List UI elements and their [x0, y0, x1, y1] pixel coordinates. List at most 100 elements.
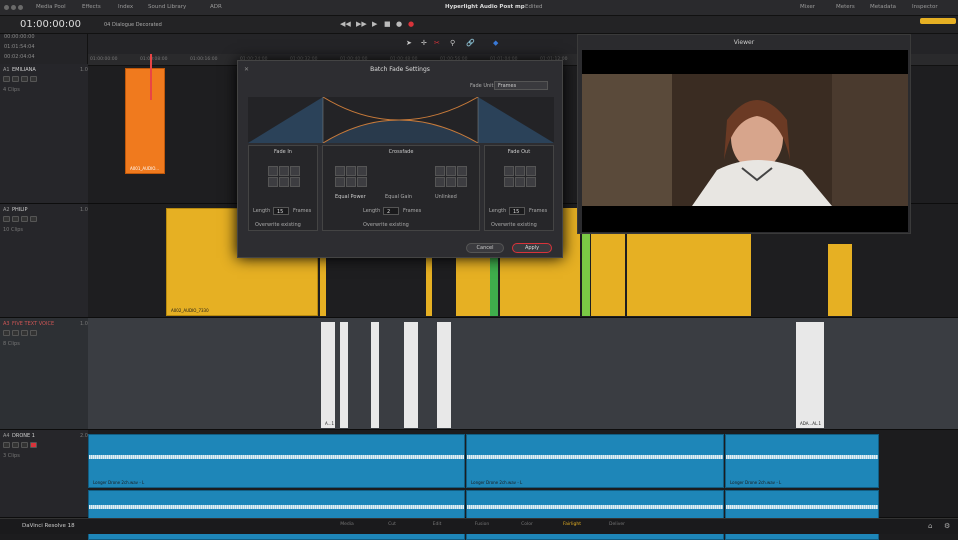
- home-icon[interactable]: ⌂: [928, 522, 932, 530]
- clip-gray[interactable]: [437, 322, 451, 428]
- media-pool-button[interactable]: Media Pool: [36, 4, 66, 10]
- clip-gray[interactable]: ADA...AL.1: [796, 322, 824, 428]
- fade-shape[interactable]: [435, 177, 445, 187]
- volume-slider[interactable]: [920, 18, 956, 24]
- track-name[interactable]: DRONE 1: [12, 433, 35, 439]
- effects-button[interactable]: Effects: [82, 4, 101, 10]
- window-minimize-icon[interactable]: [11, 5, 16, 10]
- clip-yellow[interactable]: [828, 244, 852, 316]
- page-tab-media[interactable]: Media: [332, 522, 362, 527]
- fade-shape[interactable]: [446, 177, 456, 187]
- fade-shape[interactable]: [515, 166, 525, 176]
- rewind-icon[interactable]: ◀◀: [340, 20, 351, 28]
- fade-shape[interactable]: [268, 166, 278, 176]
- page-tab-cut[interactable]: Cut: [377, 522, 407, 527]
- equal-gain-radio[interactable]: Equal Gain: [385, 194, 412, 200]
- fade-shape[interactable]: [346, 166, 356, 176]
- fade-in-length-input[interactable]: 15: [273, 207, 289, 215]
- equal-power-radio[interactable]: Equal Power: [335, 194, 366, 200]
- fade-unit-select[interactable]: Frames: [494, 81, 548, 90]
- track-header-a2[interactable]: A2 PHILIP 1.0 10 Clips: [0, 204, 88, 318]
- page-tab-fusion[interactable]: Fusion: [467, 522, 497, 527]
- sound-library-button[interactable]: Sound Library: [148, 4, 186, 10]
- fade-shape[interactable]: [346, 177, 356, 187]
- gear-icon[interactable]: ⚙: [944, 522, 950, 530]
- pointer-tool-icon[interactable]: ➤: [406, 39, 412, 47]
- fade-shape[interactable]: [357, 166, 367, 176]
- fade-shape[interactable]: [526, 177, 536, 187]
- fade-shape[interactable]: [279, 177, 289, 187]
- marker-icon[interactable]: ◆: [493, 39, 498, 47]
- playhead[interactable]: [150, 54, 152, 100]
- arm-button[interactable]: [3, 216, 10, 222]
- arm-button[interactable]: [3, 442, 10, 448]
- fade-shape[interactable]: [446, 166, 456, 176]
- arm-button[interactable]: [3, 76, 10, 82]
- arm-button[interactable]: [3, 330, 10, 336]
- window-maximize-icon[interactable]: [18, 5, 23, 10]
- stop-icon[interactable]: ■: [384, 20, 391, 28]
- mute-button[interactable]: [30, 76, 37, 82]
- fade-shape[interactable]: [357, 177, 367, 187]
- fade-shape[interactable]: [290, 166, 300, 176]
- fast-forward-icon[interactable]: ▶▶: [356, 20, 367, 28]
- metadata-button[interactable]: Metadata: [870, 4, 896, 10]
- mute-button[interactable]: [30, 442, 37, 448]
- clip-gray[interactable]: [404, 322, 418, 428]
- link-icon[interactable]: 🔗: [466, 39, 475, 47]
- page-tab-edit[interactable]: Edit: [422, 522, 452, 527]
- adr-button[interactable]: ADR: [210, 4, 222, 10]
- index-button[interactable]: Index: [118, 4, 133, 10]
- lane-a3[interactable]: A...1 ADA...AL.1: [88, 318, 958, 430]
- fade-shape[interactable]: [335, 166, 345, 176]
- fade-shape[interactable]: [504, 177, 514, 187]
- solo-button[interactable]: [21, 216, 28, 222]
- snap-icon[interactable]: ⚲: [450, 39, 455, 47]
- fade-shape[interactable]: [279, 166, 289, 176]
- video-frame[interactable]: [582, 50, 908, 232]
- record-button[interactable]: [12, 330, 19, 336]
- track-name[interactable]: FIVE TEXT VOICE: [12, 321, 54, 327]
- close-icon[interactable]: ✕: [244, 66, 249, 73]
- fade-shape[interactable]: [290, 177, 300, 187]
- loop-icon[interactable]: ●: [396, 20, 402, 28]
- page-tab-fairlight[interactable]: Fairlight: [557, 522, 587, 527]
- track-header-a3[interactable]: A3 FIVE TEXT VOICE 1.0 8 Clips: [0, 318, 88, 430]
- inspector-button[interactable]: Inspector: [912, 4, 938, 10]
- fade-shape[interactable]: [335, 177, 345, 187]
- play-icon[interactable]: ▶: [372, 20, 377, 28]
- solo-button[interactable]: [21, 442, 28, 448]
- fade-out-length-input[interactable]: 15: [509, 207, 525, 215]
- track-name[interactable]: PHILIP: [12, 207, 28, 213]
- cancel-button[interactable]: Cancel: [466, 243, 504, 253]
- record-button[interactable]: [12, 442, 19, 448]
- blade-tool-icon[interactable]: ✂: [434, 39, 440, 47]
- clip-blue-l[interactable]: Longer Drone 2ch.wav - L: [725, 434, 879, 488]
- meters-button[interactable]: Meters: [836, 4, 855, 10]
- record-button[interactable]: [12, 76, 19, 82]
- record-button[interactable]: [12, 216, 19, 222]
- fade-shape[interactable]: [504, 166, 514, 176]
- range-tool-icon[interactable]: ✛: [421, 39, 427, 47]
- mute-button[interactable]: [30, 216, 37, 222]
- overwrite-checkbox[interactable]: Overwrite existing: [491, 222, 537, 228]
- clip-orange[interactable]: A001_AUDIO...: [125, 68, 165, 174]
- fade-shape[interactable]: [515, 177, 525, 187]
- fade-shape[interactable]: [268, 177, 278, 187]
- page-tab-deliver[interactable]: Deliver: [602, 522, 632, 527]
- fade-out-shapes[interactable]: [504, 166, 536, 187]
- track-name[interactable]: EMILIANA: [12, 67, 36, 73]
- clip-gray[interactable]: A...1: [321, 322, 335, 428]
- apply-button[interactable]: Apply: [512, 243, 552, 253]
- fade-shape[interactable]: [526, 166, 536, 176]
- mixer-button[interactable]: Mixer: [800, 4, 815, 10]
- mute-button[interactable]: [30, 330, 37, 336]
- overwrite-checkbox[interactable]: Overwrite existing: [363, 222, 409, 228]
- fade-shape[interactable]: [457, 166, 467, 176]
- crossfade-length-input[interactable]: 2: [383, 207, 399, 215]
- record-icon[interactable]: ●: [408, 20, 414, 28]
- solo-button[interactable]: [21, 330, 28, 336]
- fade-shape[interactable]: [457, 177, 467, 187]
- track-header-a4[interactable]: A4 DRONE 1 2.0 3 Clips: [0, 430, 88, 518]
- unlinked-radio[interactable]: Unlinked: [435, 194, 457, 200]
